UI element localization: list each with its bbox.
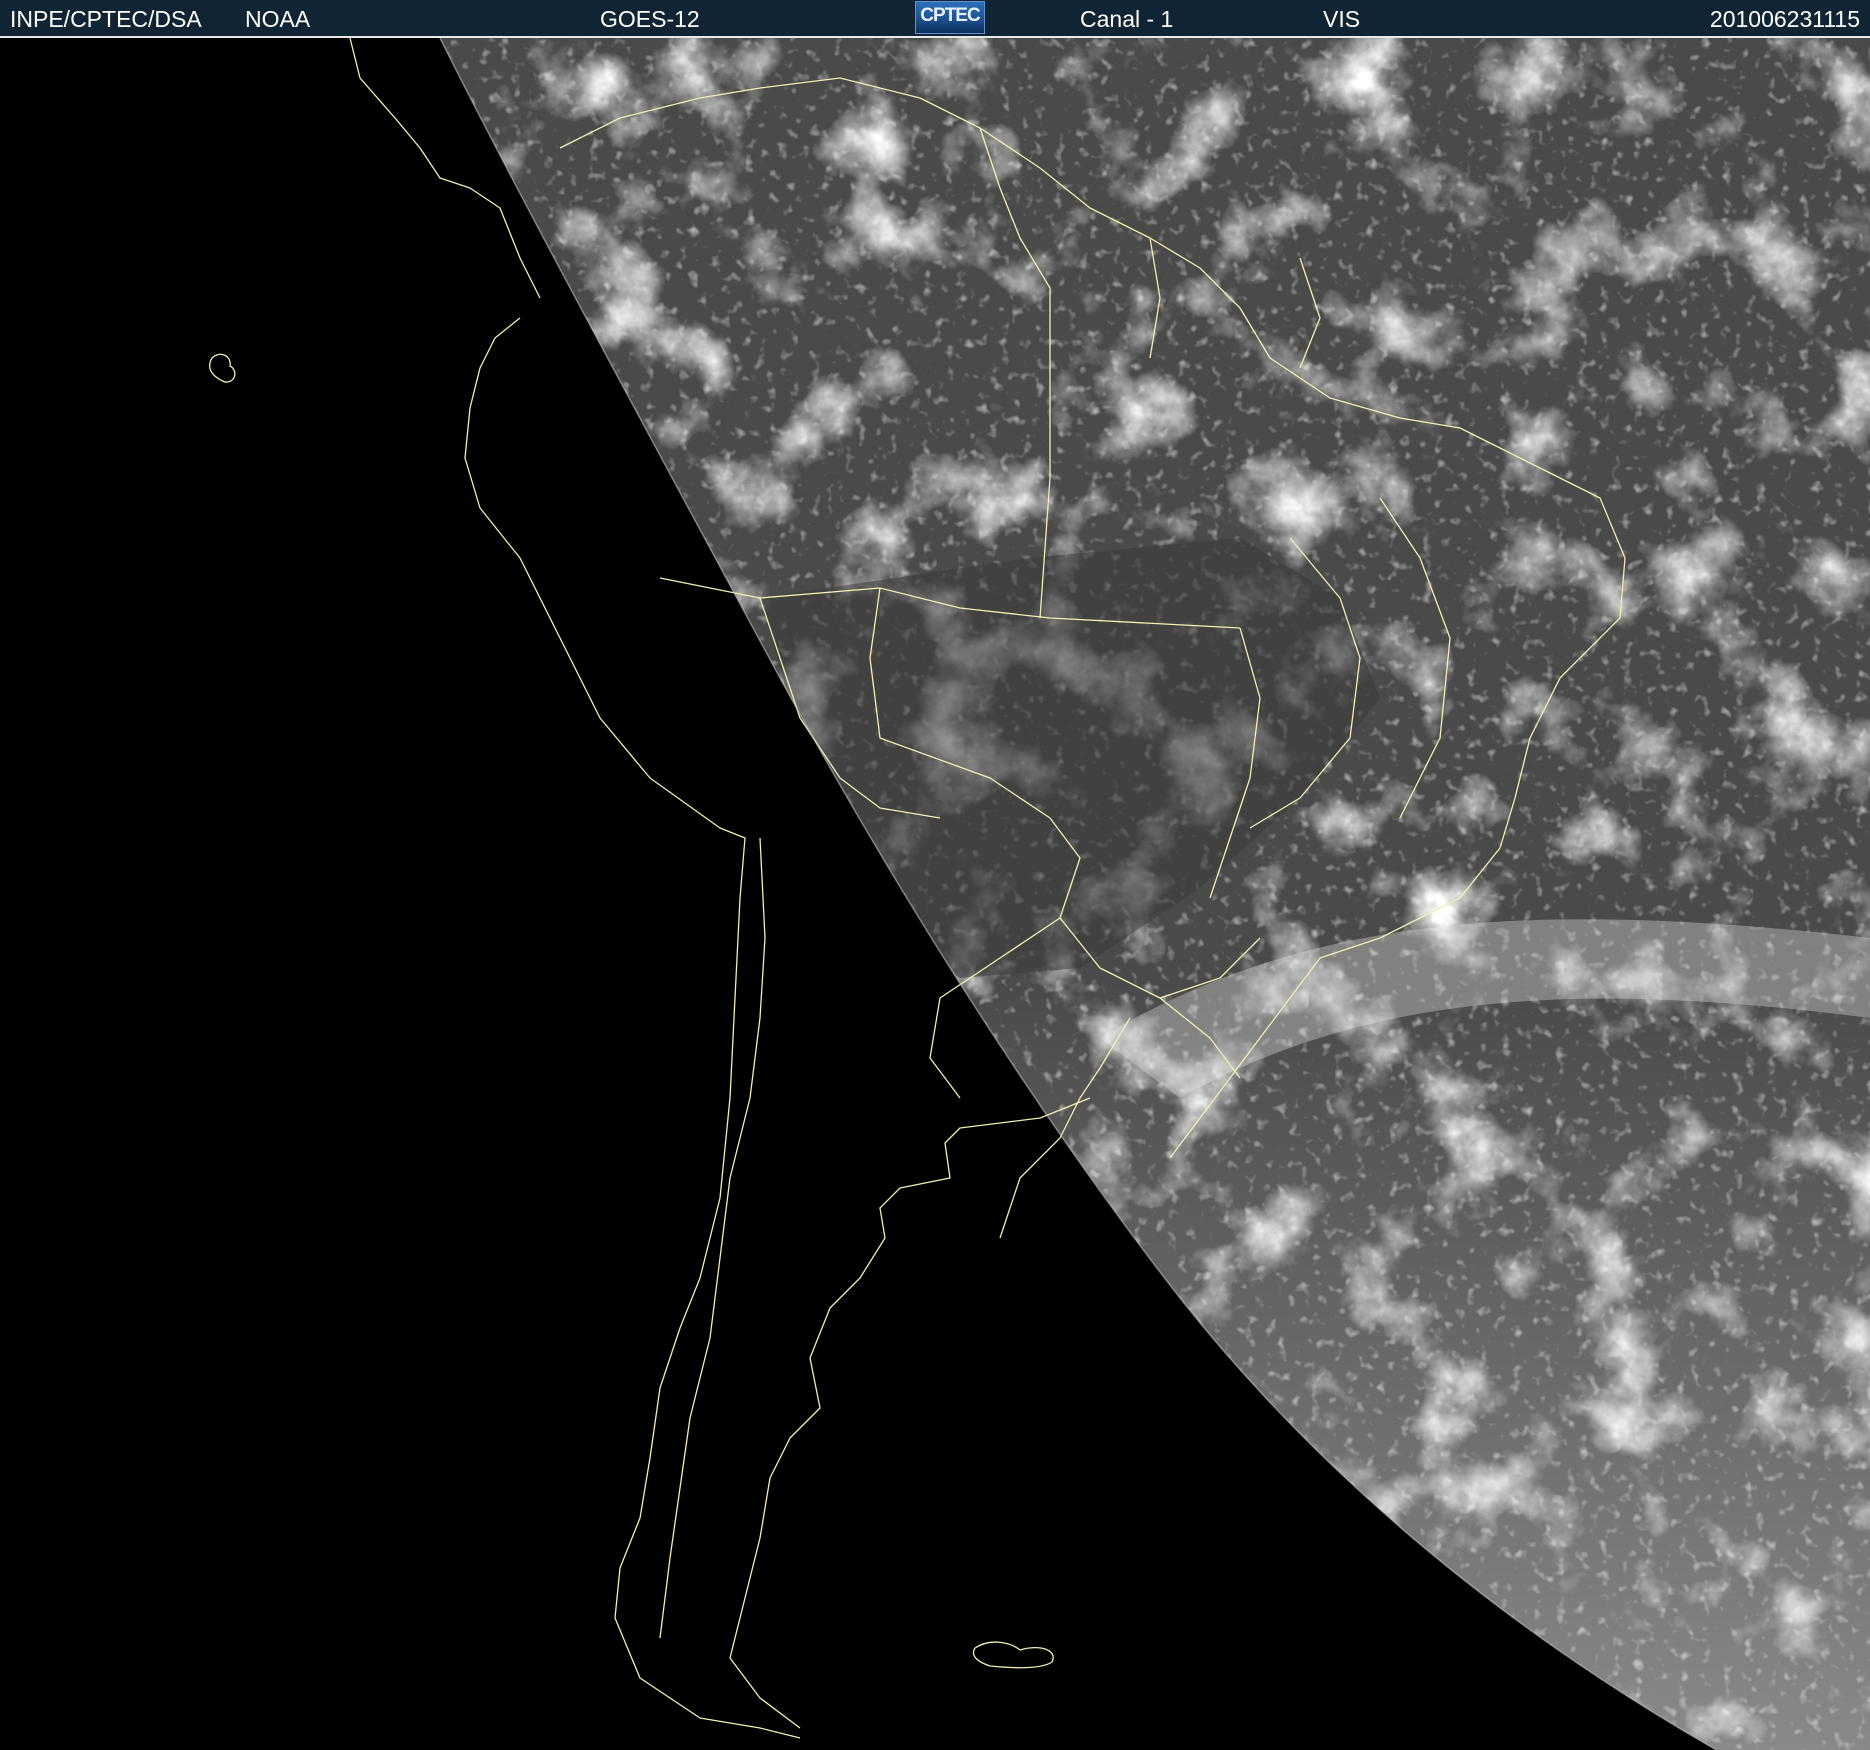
cptec-logo: CPTEC [915,1,985,34]
header-bar: INPE/CPTEC/DSA NOAA GOES-12 CPTEC Canal … [0,0,1870,36]
satellite-image-svg [0,38,1870,1750]
timestamp-label: 201006231115 [1709,6,1860,32]
band-label: VIS [1323,6,1361,32]
satellite-viewer: INPE/CPTEC/DSA NOAA GOES-12 CPTEC Canal … [0,0,1870,1750]
source-label: NOAA [245,6,311,32]
cptec-logo-text: CPTEC [920,5,980,26]
satellite-image [0,36,1870,1750]
agency-label: INPE/CPTEC/DSA [10,6,202,32]
channel-label: Canal - 1 [1080,6,1174,32]
satellite-label: GOES-12 [600,6,700,32]
